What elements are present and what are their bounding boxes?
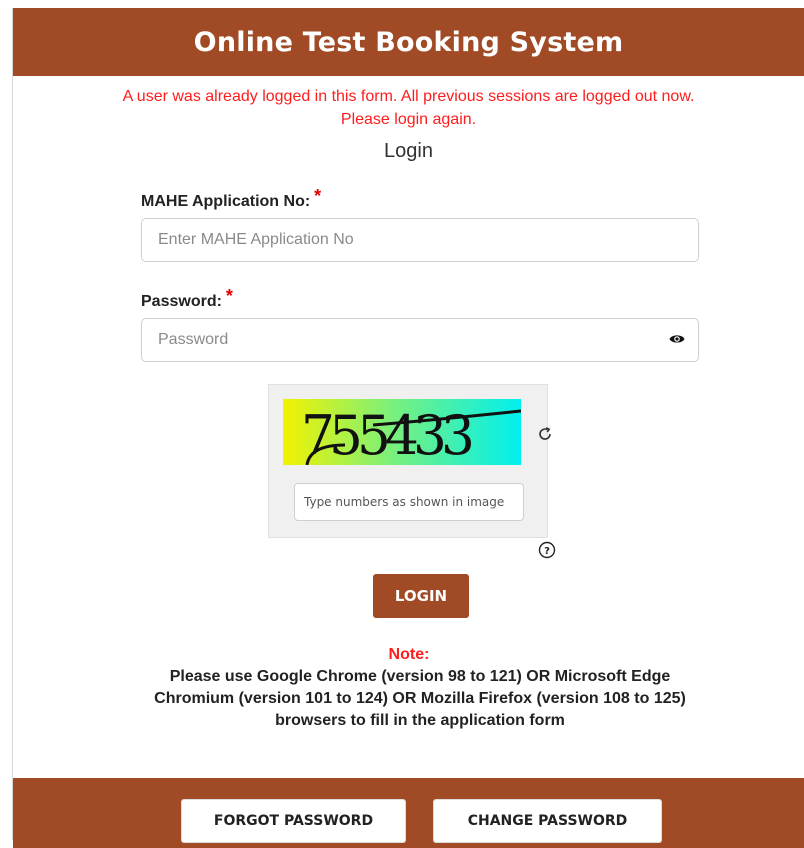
required-marker: * [314,186,322,206]
change-password-button[interactable]: CHANGE PASSWORD [433,799,662,843]
eye-icon[interactable] [669,332,685,346]
captcha-text: 755433 [301,404,472,465]
password-label: Password: * [141,286,233,310]
login-button[interactable]: LOGIN [373,574,469,618]
note-title: Note: [388,646,430,663]
login-heading: Login [384,140,433,162]
page-header: Online Test Booking System [13,8,804,76]
page-footer: FORGOT PASSWORD CHANGE PASSWORD [13,778,804,848]
session-alert: A user was already logged in this form. … [122,88,695,128]
svg-text:?: ? [544,546,550,557]
required-marker: * [225,286,233,306]
captcha-input[interactable] [294,483,524,521]
password-input[interactable] [141,318,699,362]
password-field [141,318,699,362]
refresh-icon[interactable] [537,426,553,442]
page-title: Online Test Booking System [193,26,624,58]
application-no-label: MAHE Application No: * [141,186,322,210]
captcha-panel: 755433 [268,384,551,538]
captcha-image: 755433 [283,399,521,465]
question-circle-icon[interactable]: ? [538,541,556,559]
browser-note: Please use Google Chrome (version 98 to … [154,668,686,729]
application-no-input[interactable] [141,218,699,262]
login-page: Online Test Booking System A user was al… [12,8,804,848]
forgot-password-button[interactable]: FORGOT PASSWORD [181,799,406,843]
